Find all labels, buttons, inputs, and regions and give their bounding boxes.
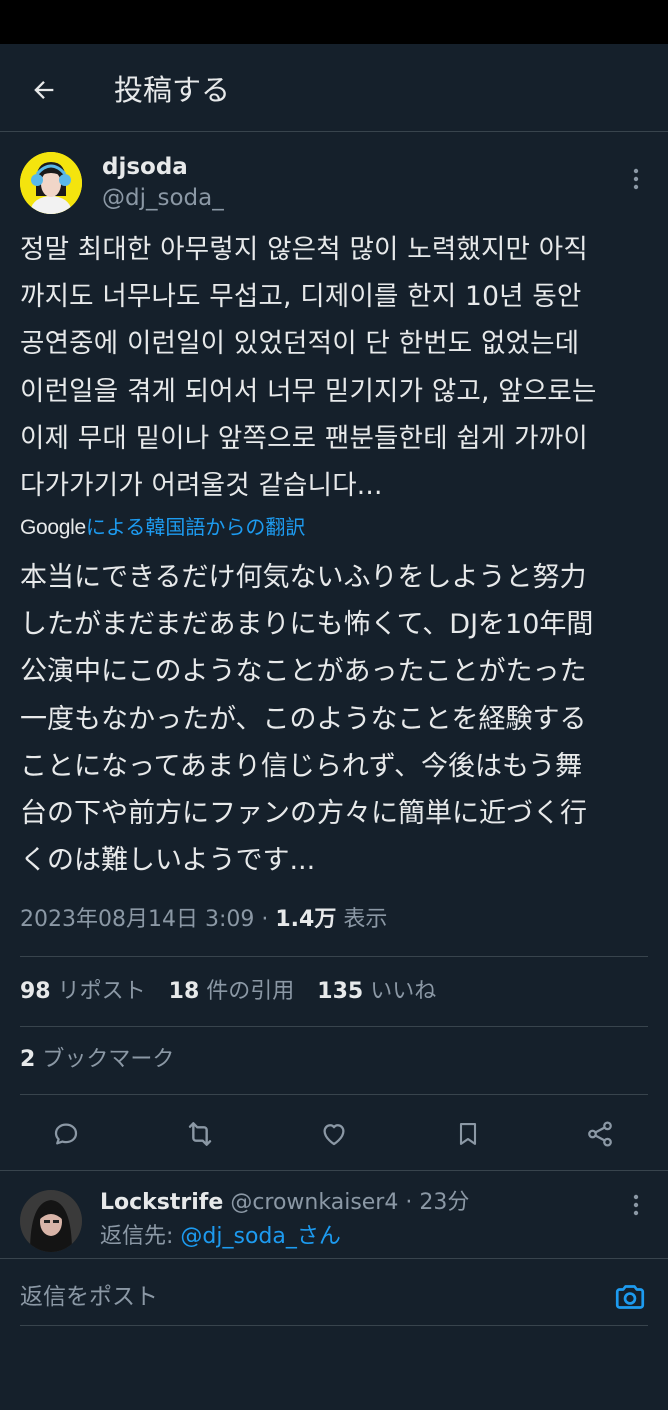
reply-separator: · — [405, 1190, 413, 1215]
reply-composer: 返信をポスト — [0, 1258, 668, 1410]
tweet-text: 정말 최대한 아무렇지 않은척 많이 노력했지만 아직 까지도 너무나도 무섭고… — [20, 234, 597, 502]
more-vertical-icon — [633, 1194, 639, 1216]
like-button[interactable] — [316, 1116, 352, 1152]
bookmark-button[interactable] — [450, 1116, 486, 1152]
reply-context: 返信先: @dj_soda_さん — [100, 1222, 341, 1252]
retweet-icon — [188, 1122, 212, 1146]
share-icon — [588, 1121, 612, 1147]
likes-label: いいね — [370, 979, 437, 1004]
reposts-label: リポスト — [57, 979, 146, 1004]
reply-to-mention[interactable]: @dj_soda_さん — [180, 1224, 340, 1249]
bookmarks-stat[interactable]: 2 ブックマーク — [20, 1042, 174, 1078]
repost-button[interactable] — [182, 1116, 218, 1152]
reply-input[interactable]: 返信をポスト — [20, 1279, 158, 1315]
translated-text: 本当にできるだけ何気ないふりをしようと努力 したがまだまだあまりにも怖くて、DJ… — [20, 562, 594, 877]
reply-author-handle[interactable]: @crownkaiser4 — [230, 1190, 398, 1215]
google-logo: Google — [20, 516, 86, 539]
views-label: 表示 — [343, 907, 388, 932]
engagement-stats: 98 リポスト 18 件の引用 135 いいね — [20, 974, 452, 1010]
reply-to-label: 返信先: — [100, 1224, 174, 1249]
quotes-label: 件の引用 — [206, 979, 295, 1004]
author-handle[interactable]: @dj_soda_ — [102, 183, 224, 213]
reposts-count: 98 — [20, 979, 51, 1004]
divider — [0, 1170, 668, 1171]
reply-button[interactable] — [48, 1116, 84, 1152]
bookmark-icon — [459, 1123, 477, 1145]
heart-icon — [323, 1124, 345, 1146]
likes-stat[interactable]: 135 いいね — [317, 979, 436, 1004]
timestamp[interactable]: 2023年08月14日 3:09 — [20, 907, 254, 932]
divider — [20, 1094, 648, 1095]
top-bar: 投稿する — [0, 44, 668, 132]
author-avatar[interactable] — [20, 152, 82, 214]
more-options-button[interactable] — [624, 164, 648, 194]
author-name[interactable]: djsoda — [102, 152, 188, 182]
reply-avatar[interactable] — [20, 1190, 82, 1252]
reply-avatar-illustration — [20, 1190, 82, 1252]
tweet-detail-page: 投稿する djsoda @dj_soda_ 정말 최대한 아무렇지 않은척 많이… — [0, 0, 668, 1410]
reply-time: 23分 — [419, 1190, 470, 1215]
back-button[interactable] — [22, 68, 66, 112]
action-bar — [0, 1110, 668, 1158]
more-vertical-icon — [633, 168, 639, 190]
avatar-illustration — [20, 152, 82, 214]
arrow-left-icon — [34, 81, 54, 99]
translation-link[interactable]: による韓国語からの翻訳 — [86, 515, 305, 539]
reply-preview[interactable]: Lockstrife @crownkaiser4 · 23分 返信先: @dj_… — [0, 1180, 668, 1258]
quotes-stat[interactable]: 18 件の引用 — [169, 979, 295, 1004]
status-bar — [0, 0, 668, 44]
tweet-author: djsoda @dj_soda_ — [0, 150, 668, 220]
bookmarks-label: ブックマーク — [42, 1047, 175, 1072]
camera-button[interactable] — [612, 1279, 648, 1315]
reply-more-button[interactable] — [624, 1190, 648, 1220]
bookmarks-count: 2 — [20, 1047, 36, 1072]
likes-count: 135 — [317, 979, 364, 1004]
camera-icon — [615, 1285, 645, 1309]
views-count: 1.4万 — [275, 907, 337, 932]
divider — [20, 1026, 648, 1027]
quotes-count: 18 — [168, 979, 200, 1004]
translation-attribution[interactable]: Googleによる韓国語からの翻訳 — [20, 512, 305, 542]
comment-icon — [54, 1123, 78, 1145]
reply-author-name[interactable]: Lockstrife — [100, 1190, 223, 1215]
page-title: 投稿する — [114, 73, 231, 107]
reposts-stat[interactable]: 98 リポスト — [20, 979, 146, 1004]
divider — [20, 956, 648, 957]
meta-separator: · — [261, 907, 269, 932]
tweet-meta: 2023年08月14日 3:09 · 1.4万 表示 — [20, 902, 387, 938]
composer-underline — [20, 1325, 648, 1326]
reply-header: Lockstrife @crownkaiser4 · 23分 — [100, 1188, 469, 1218]
share-button[interactable] — [582, 1116, 618, 1152]
